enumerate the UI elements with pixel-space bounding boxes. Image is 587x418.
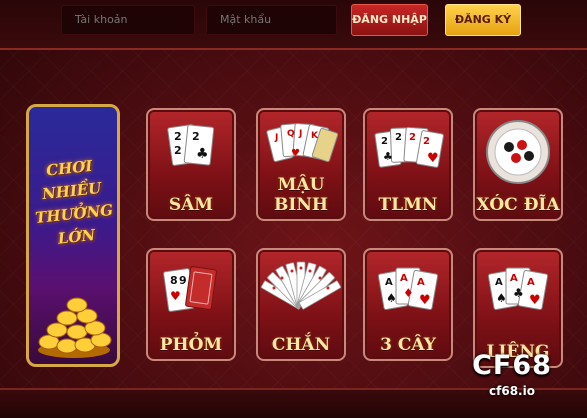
svg-text:A: A [495, 277, 503, 288]
svg-text:Q: Q [287, 129, 295, 139]
game-label: SÂM [168, 195, 214, 215]
game-label: TLMN [378, 195, 438, 215]
svg-text:2: 2 [409, 132, 416, 143]
game-tile-chan[interactable]: CHẮN [256, 248, 346, 361]
svg-text:K: K [311, 131, 319, 141]
game-tile-tlmn[interactable]: 2 2 2 2 ♣ ♥ TLMN [363, 108, 453, 221]
svg-text:♣: ♣ [383, 150, 393, 163]
top-bar: ĐĂNG NHẬP ĐĂNG KÝ [0, 0, 587, 50]
svg-text:♥: ♥ [529, 293, 541, 308]
game-label: XÓC ĐĨA [476, 195, 560, 215]
cards-icon: 2 2 2 ♣ [167, 124, 215, 166]
game-label: CHẮN [271, 335, 331, 355]
svg-text:♥: ♥ [427, 151, 439, 166]
svg-text:♥: ♥ [419, 293, 431, 308]
svg-text:A: A [527, 277, 535, 288]
promo-line-2: THƯỞNG LỚN [34, 200, 114, 248]
game-tile-3-cay[interactable]: A A A ♠ ♦ ♥ 3 CÂY [363, 248, 453, 361]
username-input[interactable] [61, 5, 195, 35]
svg-text:J: J [298, 129, 302, 139]
register-button[interactable]: ĐĂNG KÝ [445, 4, 521, 36]
promo-banner[interactable]: CHƠI NHIỀU THƯỞNG LỚN [26, 104, 120, 367]
cards-icon: 2 2 2 2 ♣ ♥ [374, 126, 444, 168]
password-input[interactable] [206, 5, 337, 35]
game-label: MẬU BINH [274, 175, 328, 215]
svg-text:2: 2 [395, 132, 402, 143]
svg-text:A: A [510, 273, 518, 284]
cards-icon: A A A ♠ ♣ ♥ [487, 267, 549, 310]
svg-text:♦: ♦ [403, 286, 414, 300]
svg-text:2: 2 [192, 130, 200, 143]
svg-text:2: 2 [381, 136, 388, 147]
brand-name: CF68 [472, 350, 552, 381]
game-tile-xoc-dia[interactable]: XÓC ĐĨA [473, 108, 563, 221]
svg-text:8: 8 [170, 274, 178, 287]
svg-text:J: J [274, 133, 278, 143]
login-button[interactable]: ĐĂNG NHẬP [351, 4, 428, 36]
game-label: PHỎM [159, 335, 223, 355]
game-tile-mau-binh[interactable]: J Q J K ♥ MẬU BINH [256, 108, 346, 221]
svg-text:A: A [385, 277, 393, 288]
svg-text:2: 2 [174, 130, 182, 143]
game-tile-sam[interactable]: 2 2 2 ♣ SÂM [146, 108, 236, 221]
svg-text:♥: ♥ [291, 148, 300, 159]
svg-text:2: 2 [423, 136, 430, 147]
svg-text:♣: ♣ [196, 146, 209, 162]
promo-text: CHƠI NHIỀU THƯỞNG LỚN [29, 153, 117, 254]
svg-text:2: 2 [174, 144, 182, 157]
svg-text:♠: ♠ [386, 291, 397, 305]
game-label: 3 CÂY [380, 335, 436, 355]
game-tile-phom[interactable]: 8 9 ♥ PHỎM [146, 248, 236, 361]
svg-text:♣: ♣ [513, 286, 524, 300]
svg-text:♥: ♥ [170, 289, 181, 303]
svg-text:A: A [400, 273, 408, 284]
rose-card-icon [260, 261, 342, 310]
brand-url: cf68.io [489, 384, 535, 398]
cards-icon: A A A ♠ ♦ ♥ [377, 267, 439, 310]
xoc-dia-plate-icon [486, 120, 550, 184]
svg-text:9: 9 [179, 274, 187, 287]
svg-text:♠: ♠ [496, 291, 507, 305]
brand-watermark: CF68 cf68.io [447, 350, 577, 412]
svg-text:A: A [417, 277, 425, 288]
coins-icon [38, 297, 112, 358]
cards-icon: 8 9 ♥ [163, 266, 217, 312]
